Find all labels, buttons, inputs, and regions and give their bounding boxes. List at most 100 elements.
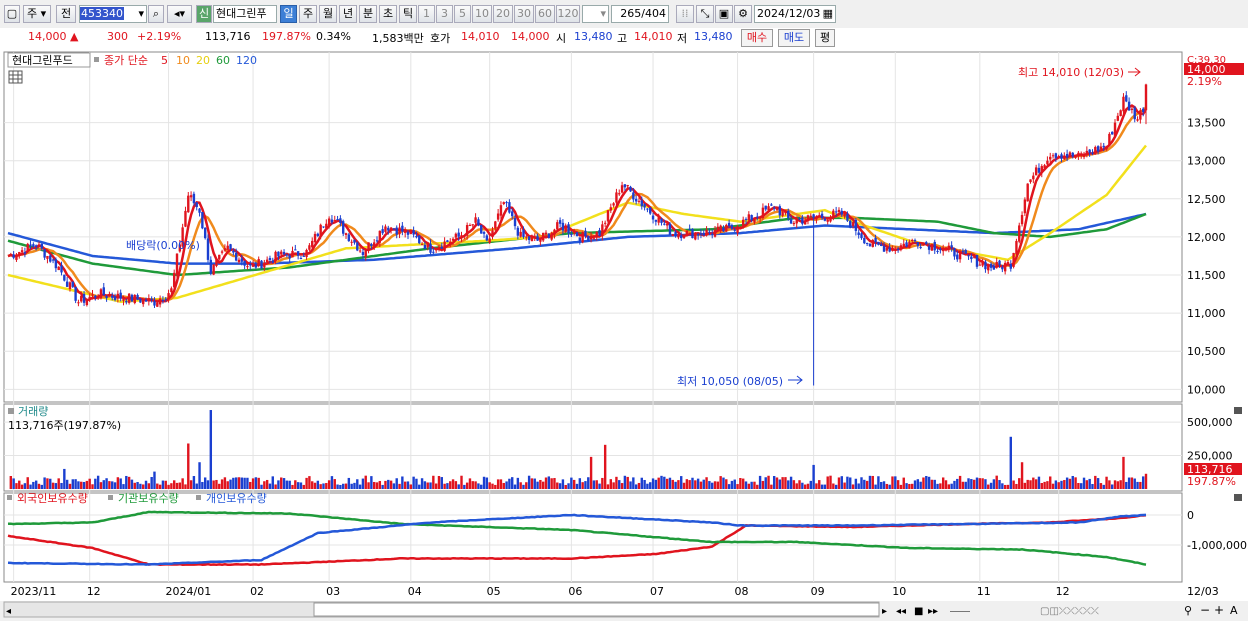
- period-year[interactable]: 년: [339, 5, 357, 23]
- volume-bar: [601, 477, 604, 489]
- ma20-label: 20: [196, 54, 210, 67]
- code-input[interactable]: 453340 ▾: [79, 5, 147, 23]
- volume-bar: [220, 479, 224, 489]
- period-second[interactable]: 초: [379, 5, 397, 23]
- candle-body: [778, 206, 782, 216]
- candle-body: [634, 198, 638, 202]
- period-tick[interactable]: 틱: [399, 5, 417, 23]
- volume-bar: [381, 484, 384, 489]
- tool-icons[interactable]: ▢◫⤫⤫⤫⤫⤫: [1040, 606, 1099, 617]
- volume-bar: [1032, 477, 1035, 489]
- settings-icon[interactable]: ⚙: [734, 5, 752, 23]
- calendar-icon[interactable]: ▦: [823, 6, 833, 22]
- custom-count-select[interactable]: ▾: [582, 5, 609, 23]
- candle-body: [1009, 263, 1012, 269]
- volume-bar: [12, 478, 15, 489]
- volume-bar: [970, 479, 973, 489]
- zoom-slider-icon[interactable]: ⎯⎯⎯⎯: [950, 606, 970, 617]
- candle-body: [770, 204, 773, 206]
- volume-bar: [187, 443, 190, 489]
- compare-icon[interactable]: ⁞⁞: [676, 5, 694, 23]
- dividend-annotation: 배당락(0.00%): [126, 239, 200, 252]
- volume-bar: [1029, 480, 1032, 489]
- volume-bar: [888, 484, 891, 489]
- candle-body: [229, 244, 232, 250]
- candle-body: [68, 282, 72, 290]
- volume-panel-close-icon[interactable]: [1234, 407, 1242, 414]
- candle-body: [198, 208, 201, 213]
- date-field[interactable]: 2024/12/03 ▦: [754, 5, 836, 23]
- candle-body: [1032, 175, 1035, 180]
- forward-icon[interactable]: ▸▸: [928, 606, 938, 617]
- window-icon[interactable]: ▢: [4, 5, 20, 23]
- count-1[interactable]: 1: [418, 5, 435, 23]
- candle-body: [91, 294, 94, 296]
- count-5[interactable]: 5: [454, 5, 471, 23]
- candle-body: [674, 231, 677, 237]
- volume-bar: [677, 480, 680, 489]
- rewind-icon[interactable]: ◂◂: [896, 606, 906, 617]
- volume-bar: [454, 481, 458, 489]
- volume-bar: [316, 480, 320, 489]
- individual-holdings-label: 개인보유수량: [206, 492, 267, 505]
- sell-button[interactable]: 매도: [778, 29, 810, 47]
- count-120[interactable]: 120: [556, 5, 580, 23]
- period-day[interactable]: 일: [280, 5, 297, 23]
- period-type-button[interactable]: 전: [56, 5, 76, 23]
- candle-body: [967, 255, 970, 257]
- candle-body: [37, 244, 41, 247]
- count-20[interactable]: 20: [493, 5, 513, 23]
- volume-bar: [237, 477, 241, 489]
- candle-body: [184, 210, 187, 227]
- zoom-icon[interactable]: ⚲: [1184, 604, 1192, 617]
- save-icon[interactable]: ▣: [715, 5, 733, 23]
- volume-bar: [153, 471, 156, 489]
- candle-body: [981, 262, 984, 266]
- market-select[interactable]: 주 ▾: [23, 5, 51, 23]
- candle-body: [584, 230, 587, 237]
- ma60-label: 60: [216, 54, 230, 67]
- buy-button[interactable]: 매수: [741, 29, 773, 47]
- volume-bar: [882, 481, 886, 489]
- count-10[interactable]: 10: [472, 5, 492, 23]
- candle-body: [665, 223, 669, 226]
- table-icon[interactable]: [8, 70, 23, 84]
- candle-body: [660, 218, 663, 223]
- draw-icon[interactable]: ⤡: [696, 5, 714, 23]
- view-count-field[interactable]: 265/404: [611, 5, 669, 23]
- scroll-left-icon[interactable]: ◂: [6, 606, 11, 617]
- evaluation-button[interactable]: 평: [815, 29, 835, 47]
- candle-body: [1023, 199, 1027, 214]
- candle-body: [347, 234, 351, 242]
- period-minute[interactable]: 분: [359, 5, 377, 23]
- candle-body: [375, 240, 379, 242]
- zoom-out-icon[interactable]: −: [1200, 603, 1210, 617]
- volume-bar: [375, 482, 379, 489]
- candle-body: [1006, 262, 1010, 265]
- auto-scale-icon[interactable]: A: [1230, 604, 1238, 617]
- volume-bar: [372, 481, 376, 489]
- candle-body: [381, 229, 384, 234]
- volume-bar: [71, 479, 74, 489]
- candle-body: [71, 281, 74, 287]
- volume-bar: [727, 484, 731, 489]
- volume-bar: [136, 482, 139, 489]
- volume-bar: [950, 483, 953, 489]
- x-tick-label: 07: [650, 585, 664, 598]
- scroll-thumb[interactable]: [313, 602, 880, 617]
- period-month[interactable]: 월: [319, 5, 337, 23]
- count-3[interactable]: 3: [436, 5, 453, 23]
- speaker-icon[interactable]: ◂▾: [167, 5, 192, 23]
- count-30[interactable]: 30: [514, 5, 534, 23]
- volume-bar: [130, 479, 134, 489]
- candle-body: [201, 211, 204, 229]
- play-icon[interactable]: ▸: [882, 606, 887, 617]
- search-icon[interactable]: ⌕: [148, 5, 164, 23]
- volume-bar: [496, 479, 500, 489]
- count-60[interactable]: 60: [535, 5, 555, 23]
- zoom-in-icon[interactable]: +: [1214, 603, 1224, 617]
- candle-body: [899, 245, 903, 250]
- period-week[interactable]: 주: [299, 5, 317, 23]
- stop-icon[interactable]: ■: [914, 606, 923, 617]
- holdings-panel-close-icon[interactable]: [1234, 494, 1242, 501]
